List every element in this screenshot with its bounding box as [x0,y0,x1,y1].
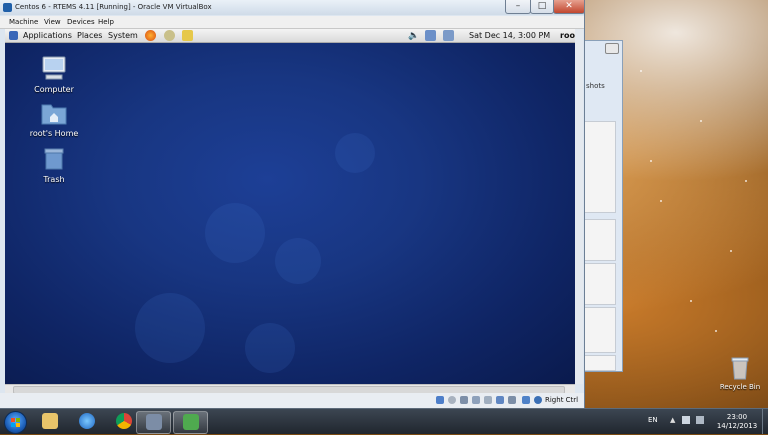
taskbar-ie[interactable] [70,411,103,432]
guest-screen[interactable]: Applications Places System 🔈 Sat Dec 14,… [5,29,575,384]
background-panel [584,355,616,371]
start-button[interactable] [4,411,27,434]
background-window-text: shots [586,82,605,90]
mouse-integration-icon[interactable] [522,396,530,404]
horizontal-scrollbar[interactable] [5,384,575,394]
firefox-icon[interactable] [145,30,156,41]
menu-applications[interactable]: Applications [23,31,72,40]
desktop-icon-computer[interactable]: Computer [23,55,85,94]
status-bar: Right Ctrl [0,393,584,408]
recording-icon[interactable] [508,396,516,404]
recycle-bin-icon [731,357,749,380]
mail-icon[interactable] [164,30,175,41]
show-hidden-icons-icon[interactable]: ▲ [670,416,675,424]
menu-system[interactable]: System [108,31,138,40]
trash-icon [44,148,64,170]
host-key-label: Right Ctrl [545,396,579,404]
network-adapter-icon[interactable] [496,396,504,404]
desktop-icon-label: Trash [43,175,65,184]
background-panel [584,121,616,213]
clock[interactable]: Sat Dec 14, 3:00 PM [469,31,550,40]
snipping-tool-icon [183,414,199,430]
clock-time: 23:00 [726,413,748,421]
maximize-button[interactable]: □ [530,0,554,14]
menu-view[interactable]: View [44,18,61,26]
taskbar: EN ▲ 23:00 14/12/2013 [0,408,768,434]
desktop-icon-trash[interactable]: Trash [23,147,85,184]
menu-devices[interactable]: Devices [67,18,95,26]
maximize-icon: □ [537,1,547,11]
system-clock[interactable]: 23:00 14/12/2013 [712,413,762,431]
close-icon: ✕ [565,1,573,11]
windows-explorer-icon [42,413,58,429]
host-key-icon [534,396,542,404]
home-folder-icon [41,104,67,125]
menu-machine[interactable]: Machine [9,18,38,26]
network-tray-icon[interactable] [696,416,704,424]
optical-drive-icon[interactable] [448,396,456,404]
user-menu[interactable]: roo [560,31,575,40]
background-window[interactable]: shots [580,40,623,372]
menu-places[interactable]: Places [77,31,102,40]
language-indicator[interactable]: EN [648,416,658,424]
virtualbox-icon [146,414,162,430]
virtualbox-app-icon [3,3,12,12]
window-title: Centos 6 - RTEMS 4.11 [Running] - Oracle… [15,3,212,11]
show-desktop-button[interactable] [762,409,768,434]
menu-help[interactable]: Help [98,18,114,26]
network-icon[interactable] [425,30,436,41]
taskbar-virtualbox[interactable] [136,411,171,434]
usb-icon[interactable] [460,396,468,404]
chrome-icon [116,413,132,429]
title-bar[interactable]: Centos 6 - RTEMS 4.11 [Running] - Oracle… [0,0,585,15]
recycle-bin-label: Recycle Bin [719,383,761,391]
shared-folders-icon[interactable] [472,396,480,404]
background-panel [584,219,616,261]
notes-icon[interactable] [182,30,193,41]
desktop-icon-label: Computer [34,85,74,94]
gnome-desktop[interactable]: Computer root's Home Trash [5,43,575,384]
clock-date: 14/12/2013 [716,422,758,430]
display-icon[interactable] [484,396,492,404]
vertical-scrollbar[interactable] [575,29,583,384]
desktop-icon-home[interactable]: root's Home [23,101,85,138]
virtualbox-window: Centos 6 - RTEMS 4.11 [Running] - Oracle… [0,0,585,408]
computer-icon [42,56,66,80]
taskbar-explorer[interactable] [33,411,66,432]
desktop-icon-recycle-bin[interactable]: Recycle Bin [718,355,762,391]
desktop-icon-label: root's Home [29,129,79,138]
minimize-button[interactable]: – [505,0,531,14]
background-close-button[interactable] [605,43,619,54]
windows-logo-icon [11,418,20,427]
update-icon[interactable] [443,30,454,41]
gnome-foot-icon[interactable] [9,31,18,40]
gnome-top-panel: Applications Places System 🔈 Sat Dec 14,… [5,29,575,43]
volume-icon[interactable]: 🔈 [408,31,419,41]
minimize-icon: – [515,1,521,11]
close-button[interactable]: ✕ [553,0,585,14]
menu-bar: Machine View Devices Help [0,16,584,29]
ie-icon [79,413,95,429]
background-panel [584,263,616,305]
background-panel [584,307,616,353]
action-center-icon[interactable] [682,416,690,424]
hdd-icon[interactable] [436,396,444,404]
taskbar-snipping-tool[interactable] [173,411,208,434]
